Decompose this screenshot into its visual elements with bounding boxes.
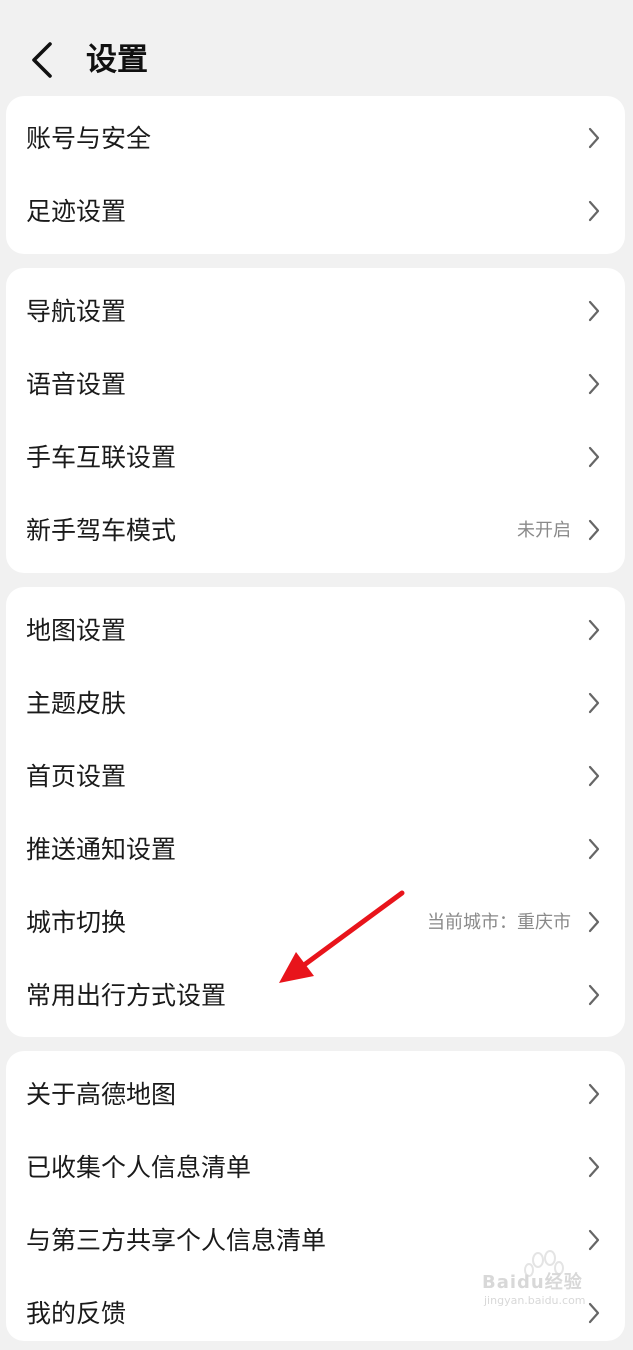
settings-item-label: 已收集个人信息清单: [26, 1153, 252, 1182]
settings-item-voice[interactable]: 语音设置: [6, 348, 625, 421]
settings-item-label: 推送通知设置: [26, 835, 177, 864]
chevron-right-icon: [588, 619, 600, 641]
watermark-subtext: jingyan.baidu.com: [484, 1294, 586, 1307]
settings-item-label: 账号与安全: [26, 124, 152, 153]
settings-item-collected-info-list[interactable]: 已收集个人信息清单: [6, 1131, 625, 1204]
chevron-right-icon: [588, 1083, 600, 1105]
settings-item-label: 导航设置: [26, 297, 127, 326]
settings-item-about-amap[interactable]: 关于高德地图: [6, 1058, 625, 1131]
settings-group-navigation: 导航设置 语音设置 手车互联设置 新手驾车模式 未开启: [6, 268, 625, 573]
chevron-right-icon: [588, 127, 600, 149]
settings-item-label: 城市切换: [26, 908, 127, 937]
page-title: 设置: [86, 42, 148, 78]
chevron-right-icon: [588, 300, 600, 322]
current-city-value: 当前城市：重庆市: [427, 912, 571, 933]
settings-item-label: 我的反馈: [26, 1299, 127, 1328]
chevron-right-icon: [588, 1156, 600, 1178]
chevron-right-icon: [588, 984, 600, 1006]
settings-item-label: 常用出行方式设置: [26, 981, 227, 1010]
status-value: 未开启: [517, 520, 571, 541]
settings-item-city-switch[interactable]: 城市切换 当前城市：重庆市: [6, 886, 625, 959]
settings-item-label: 主题皮肤: [26, 689, 127, 718]
settings-item-label: 语音设置: [26, 370, 127, 399]
settings-item-navigation[interactable]: 导航设置: [6, 275, 625, 348]
settings-item-home-page[interactable]: 首页设置: [6, 740, 625, 813]
settings-item-push-notifications[interactable]: 推送通知设置: [6, 813, 625, 886]
settings-item-label: 手车互联设置: [26, 443, 177, 472]
chevron-right-icon: [588, 519, 600, 541]
settings-item-label: 地图设置: [26, 616, 127, 645]
settings-item-label: 足迹设置: [26, 197, 127, 226]
settings-item-account-security[interactable]: 账号与安全: [6, 102, 625, 175]
settings-item-map[interactable]: 地图设置: [6, 594, 625, 667]
settings-item-phone-car-link[interactable]: 手车互联设置: [6, 421, 625, 494]
settings-group-map: 地图设置 主题皮肤 首页设置 推送通知设置 城市切换 当前城市：重庆市 常用出行…: [6, 587, 625, 1037]
chevron-right-icon: [588, 911, 600, 933]
settings-item-label: 首页设置: [26, 762, 127, 791]
back-arrow-icon[interactable]: [28, 40, 58, 80]
settings-item-novice-driving-mode[interactable]: 新手驾车模式 未开启: [6, 494, 625, 567]
header: 设置: [0, 0, 633, 96]
settings-item-theme-skin[interactable]: 主题皮肤: [6, 667, 625, 740]
chevron-right-icon: [588, 446, 600, 468]
settings-item-label: 新手驾车模式: [26, 516, 177, 545]
chevron-right-icon: [588, 200, 600, 222]
chevron-right-icon: [588, 692, 600, 714]
settings-item-footprint[interactable]: 足迹设置: [6, 175, 625, 248]
settings-item-label: 与第三方共享个人信息清单: [26, 1226, 327, 1255]
chevron-right-icon: [588, 838, 600, 860]
chevron-right-icon: [588, 373, 600, 395]
chevron-right-icon: [588, 765, 600, 787]
settings-item-common-travel-mode[interactable]: 常用出行方式设置: [6, 959, 625, 1032]
settings-item-label: 关于高德地图: [26, 1080, 177, 1109]
watermark-text: Baidu经验: [482, 1272, 583, 1293]
settings-group-account: 账号与安全 足迹设置: [6, 96, 625, 254]
